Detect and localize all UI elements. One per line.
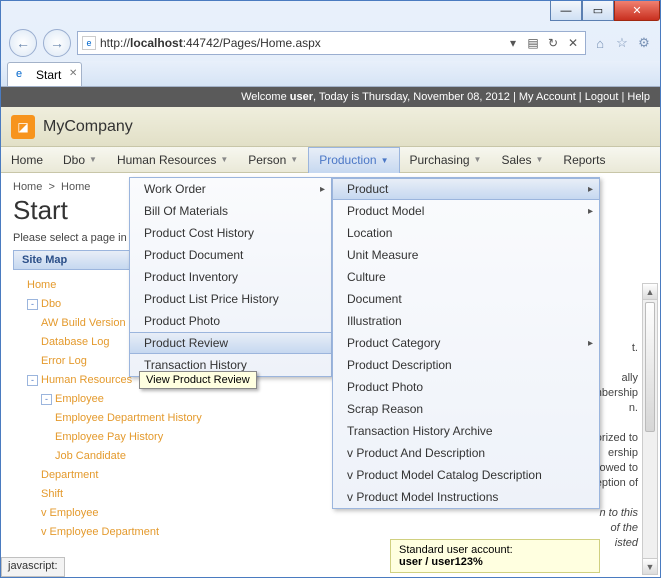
dropdown-icon[interactable]: ▾ — [505, 35, 521, 51]
address-url: http://localhost:44742/Pages/Home.aspx — [100, 36, 501, 50]
tree-link[interactable]: Error Log — [41, 355, 87, 367]
tree-link[interactable]: Shift — [41, 488, 63, 500]
address-bar[interactable]: e http://localhost:44742/Pages/Home.aspx… — [77, 31, 586, 55]
menu-item-sales[interactable]: Sales▼ — [491, 147, 553, 173]
tree-link[interactable]: Human Resources — [41, 374, 132, 386]
browser-tab[interactable]: e Start ✕ — [7, 62, 82, 86]
window-maximize-button[interactable]: ▭ — [582, 1, 614, 21]
tree-link[interactable]: Employee Department History — [55, 412, 202, 424]
compat-view-icon[interactable]: ▤ — [525, 35, 541, 51]
scroll-down-icon[interactable]: ▼ — [643, 558, 657, 574]
chevron-down-icon: ▼ — [536, 155, 544, 164]
chevron-down-icon: ▼ — [220, 155, 228, 164]
menu-row-scrap-reason[interactable]: Scrap Reason — [333, 398, 599, 420]
menu-row-product-document[interactable]: Product Document — [130, 244, 331, 266]
production-submenu: Work OrderBill Of MaterialsProduct Cost … — [129, 177, 332, 377]
window-close-button[interactable]: ✕ — [614, 1, 660, 21]
tree-link[interactable]: Employee — [55, 393, 104, 405]
tree-link[interactable]: Employee Pay History — [55, 431, 163, 443]
chevron-down-icon: ▼ — [89, 155, 97, 164]
tree-link[interactable]: v Employee — [41, 507, 98, 519]
chevron-down-icon: ▼ — [381, 156, 389, 165]
menu-row-product[interactable]: Product — [333, 178, 599, 200]
chevron-down-icon: ▼ — [290, 155, 298, 164]
menu-row-v-product-and-description[interactable]: v Product And Description — [333, 442, 599, 464]
company-logo-icon: ◪ — [11, 115, 35, 139]
tree-link[interactable]: Dbo — [41, 298, 61, 310]
tooltip-product-review: View Product Review — [139, 371, 257, 389]
menu-row-product-category[interactable]: Product Category — [333, 332, 599, 354]
browser-status-bar: javascript: — [1, 557, 65, 577]
stop-icon[interactable]: ✕ — [565, 35, 581, 51]
company-name: MyCompany — [43, 118, 133, 136]
tree-node[interactable]: -Employee — [13, 390, 329, 409]
logout-link[interactable]: Logout — [585, 91, 619, 103]
menu-row-v-product-model-instructions[interactable]: v Product Model Instructions — [333, 486, 599, 508]
my-account-link[interactable]: My Account — [519, 91, 576, 103]
menu-row-unit-measure[interactable]: Unit Measure — [333, 244, 599, 266]
menu-row-product-photo[interactable]: Product Photo — [130, 310, 331, 332]
tree-node[interactable]: Shift — [13, 485, 329, 504]
menu-item-reports[interactable]: Reports — [553, 147, 615, 173]
menu-row-product-cost-history[interactable]: Product Cost History — [130, 222, 331, 244]
tree-node[interactable]: Employee Department History — [13, 409, 329, 428]
browser-back-button[interactable]: ← — [9, 29, 37, 57]
menu-row-document[interactable]: Document — [333, 288, 599, 310]
tab-close-icon[interactable]: ✕ — [69, 68, 77, 79]
tree-toggle-icon[interactable]: - — [27, 375, 38, 386]
production-submenu-2: ProductProduct ModelLocationUnit Measure… — [332, 177, 600, 509]
chevron-down-icon: ▼ — [474, 155, 482, 164]
help-link[interactable]: Help — [627, 91, 650, 103]
scroll-up-icon[interactable]: ▲ — [643, 284, 657, 300]
tree-node[interactable]: Department — [13, 466, 329, 485]
page-favicon-icon: e — [82, 36, 96, 50]
menu-row-transaction-history-archive[interactable]: Transaction History Archive — [333, 420, 599, 442]
menu-row-v-product-model-catalog-description[interactable]: v Product Model Catalog Description — [333, 464, 599, 486]
tree-link[interactable]: Home — [27, 279, 56, 291]
menu-row-product-description[interactable]: Product Description — [333, 354, 599, 376]
menu-row-product-inventory[interactable]: Product Inventory — [130, 266, 331, 288]
tools-icon[interactable]: ⚙ — [636, 35, 652, 51]
welcome-bar: Welcome user, Today is Thursday, Novembe… — [1, 87, 660, 107]
menu-row-product-model[interactable]: Product Model — [333, 200, 599, 222]
window-minimize-button[interactable]: — — [550, 1, 582, 21]
tree-node[interactable]: v Employee — [13, 504, 329, 523]
tree-link[interactable]: v Employee Department — [41, 526, 159, 538]
tree-node[interactable]: v Employee Department — [13, 523, 329, 542]
menu-row-location[interactable]: Location — [333, 222, 599, 244]
menu-item-dbo[interactable]: Dbo▼ — [53, 147, 107, 173]
menu-item-purchasing[interactable]: Purchasing▼ — [400, 147, 492, 173]
tree-toggle-icon[interactable]: - — [41, 394, 52, 405]
tree-node[interactable]: Employee Pay History — [13, 428, 329, 447]
main-menu: HomeDbo▼Human Resources▼Person▼Productio… — [1, 147, 660, 173]
tree-link[interactable]: Database Log — [41, 336, 110, 348]
menu-item-human-resources[interactable]: Human Resources▼ — [107, 147, 238, 173]
menu-row-work-order[interactable]: Work Order — [130, 178, 331, 200]
window-titlebar: — ▭ ✕ — [1, 1, 660, 29]
menu-item-person[interactable]: Person▼ — [238, 147, 308, 173]
menu-row-bill-of-materials[interactable]: Bill Of Materials — [130, 200, 331, 222]
menu-row-product-review[interactable]: Product Review — [130, 332, 331, 354]
menu-row-culture[interactable]: Culture — [333, 266, 599, 288]
menu-row-product-list-price-history[interactable]: Product List Price History — [130, 288, 331, 310]
tree-link[interactable]: Job Candidate — [55, 450, 126, 462]
menu-item-home[interactable]: Home — [1, 147, 53, 173]
menu-row-illustration[interactable]: Illustration — [333, 310, 599, 332]
scroll-thumb[interactable] — [645, 302, 655, 432]
tab-favicon-icon: e — [16, 68, 30, 82]
favorites-icon[interactable]: ☆ — [614, 35, 630, 51]
browser-tabstrip: e Start ✕ — [1, 61, 660, 87]
tab-title: Start — [36, 68, 61, 82]
home-icon[interactable]: ⌂ — [592, 35, 608, 51]
vertical-scrollbar[interactable]: ▲ ▼ — [642, 283, 658, 575]
tree-toggle-icon[interactable]: - — [27, 299, 38, 310]
credentials-box: Standard user account: user / user123% — [390, 539, 600, 573]
refresh-icon[interactable]: ↻ — [545, 35, 561, 51]
tree-node[interactable]: Job Candidate — [13, 447, 329, 466]
tree-link[interactable]: AW Build Version — [41, 317, 126, 329]
tree-link[interactable]: Department — [41, 469, 98, 481]
menu-row-product-photo[interactable]: Product Photo — [333, 376, 599, 398]
menu-item-production[interactable]: Production▼ — [308, 147, 399, 173]
browser-forward-button[interactable]: → — [43, 29, 71, 57]
